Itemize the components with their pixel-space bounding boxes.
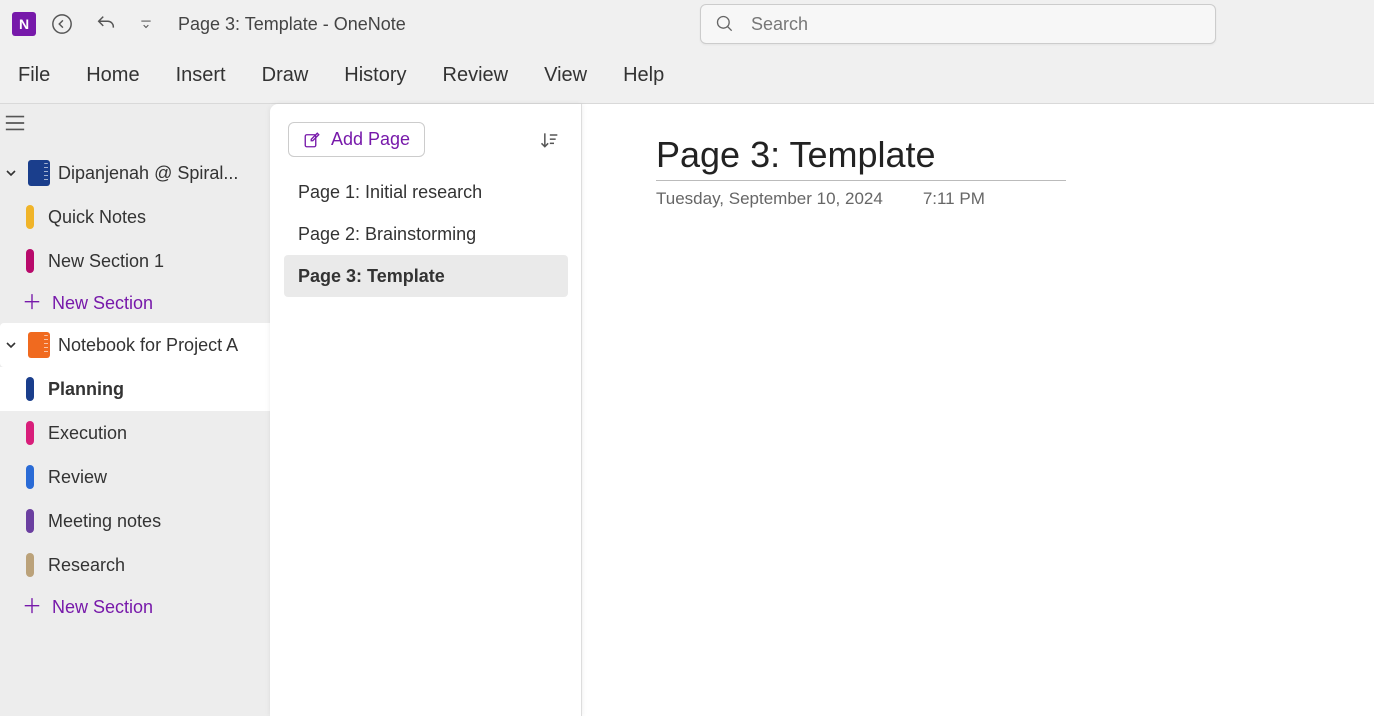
- ribbon-tab-help[interactable]: Help: [623, 64, 664, 87]
- page-list-panel: Add Page Page 1: Initial research Page 2…: [270, 104, 582, 716]
- section-label: Planning: [48, 379, 124, 400]
- new-section-label: New Section: [52, 597, 153, 618]
- sort-icon: [539, 130, 559, 150]
- page-item-label: Page 1: Initial research: [298, 182, 482, 203]
- page-item-label: Page 2: Brainstorming: [298, 224, 476, 245]
- page-title[interactable]: Page 3: Template: [656, 134, 1066, 181]
- ribbon-tabs: File Home Insert Draw History Review Vie…: [0, 48, 1374, 104]
- ribbon-tab-history[interactable]: History: [344, 64, 406, 87]
- page-date[interactable]: Tuesday, September 10, 2024: [656, 189, 883, 209]
- plus-icon: ＋: [22, 293, 40, 313]
- section-color-marker: [26, 509, 34, 533]
- section-label: Quick Notes: [48, 207, 146, 228]
- add-page-label: Add Page: [331, 129, 410, 150]
- add-page-icon: [303, 131, 321, 149]
- plus-icon: ＋: [22, 597, 40, 617]
- chevron-down-icon: [2, 167, 20, 179]
- search-input[interactable]: [751, 14, 1201, 35]
- new-section-button[interactable]: ＋ New Section: [0, 283, 270, 323]
- section-color-marker: [26, 249, 34, 273]
- page-time[interactable]: 7:11 PM: [923, 189, 985, 209]
- notebook-icon: [28, 160, 50, 186]
- page-metadata: Tuesday, September 10, 2024 7:11 PM: [656, 189, 1374, 209]
- title-bar: N Page 3: Template - OneNote: [0, 0, 1374, 48]
- section-color-marker: [26, 377, 34, 401]
- page-item[interactable]: Page 1: Initial research: [284, 171, 568, 213]
- ribbon-tab-file[interactable]: File: [18, 64, 50, 87]
- section-color-marker: [26, 205, 34, 229]
- note-canvas[interactable]: Page 3: Template Tuesday, September 10, …: [582, 104, 1374, 716]
- add-page-button[interactable]: Add Page: [288, 122, 425, 157]
- notebook-label: Dipanjenah @ Spiral...: [58, 163, 270, 184]
- section-color-marker: [26, 465, 34, 489]
- notebook-header[interactable]: Notebook for Project A: [0, 323, 270, 367]
- quick-access-customize[interactable]: [134, 6, 158, 42]
- ribbon-tab-view[interactable]: View: [544, 64, 587, 87]
- section-item[interactable]: Quick Notes: [0, 195, 270, 239]
- section-color-marker: [26, 553, 34, 577]
- notebook-label: Notebook for Project A: [58, 335, 270, 356]
- page-item-label: Page 3: Template: [298, 266, 445, 287]
- search-icon: [715, 14, 735, 34]
- panel-divider[interactable]: [581, 104, 582, 716]
- notebook-icon: [28, 332, 50, 358]
- chevron-down-icon: [2, 339, 20, 351]
- app-icon: N: [12, 12, 36, 36]
- section-label: Review: [48, 467, 107, 488]
- navigation-sidebar: Dipanjenah @ Spiral... Quick Notes New S…: [0, 104, 270, 716]
- search-box[interactable]: [700, 4, 1216, 44]
- page-item[interactable]: Page 2: Brainstorming: [284, 213, 568, 255]
- ribbon-tab-review[interactable]: Review: [443, 64, 509, 87]
- ribbon-tab-draw[interactable]: Draw: [262, 64, 309, 87]
- section-item[interactable]: Planning: [0, 367, 270, 411]
- new-section-button[interactable]: ＋ New Section: [0, 587, 270, 627]
- new-section-label: New Section: [52, 293, 153, 314]
- section-item[interactable]: New Section 1: [0, 239, 270, 283]
- section-item[interactable]: Meeting notes: [0, 499, 270, 543]
- sort-pages-button[interactable]: [534, 125, 564, 155]
- section-item[interactable]: Execution: [0, 411, 270, 455]
- page-item[interactable]: Page 3: Template: [284, 255, 568, 297]
- section-item[interactable]: Research: [0, 543, 270, 587]
- ribbon-tab-home[interactable]: Home: [86, 64, 139, 87]
- section-item[interactable]: Review: [0, 455, 270, 499]
- back-button[interactable]: [44, 6, 80, 42]
- section-label: Execution: [48, 423, 127, 444]
- nav-toggle-button[interactable]: [0, 104, 270, 151]
- window-title: Page 3: Template - OneNote: [178, 14, 406, 35]
- section-color-marker: [26, 421, 34, 445]
- ribbon-tab-insert[interactable]: Insert: [176, 64, 226, 87]
- section-label: Research: [48, 555, 125, 576]
- notebook-header[interactable]: Dipanjenah @ Spiral...: [0, 151, 270, 195]
- section-label: Meeting notes: [48, 511, 161, 532]
- undo-button[interactable]: [88, 6, 124, 42]
- section-label: New Section 1: [48, 251, 164, 272]
